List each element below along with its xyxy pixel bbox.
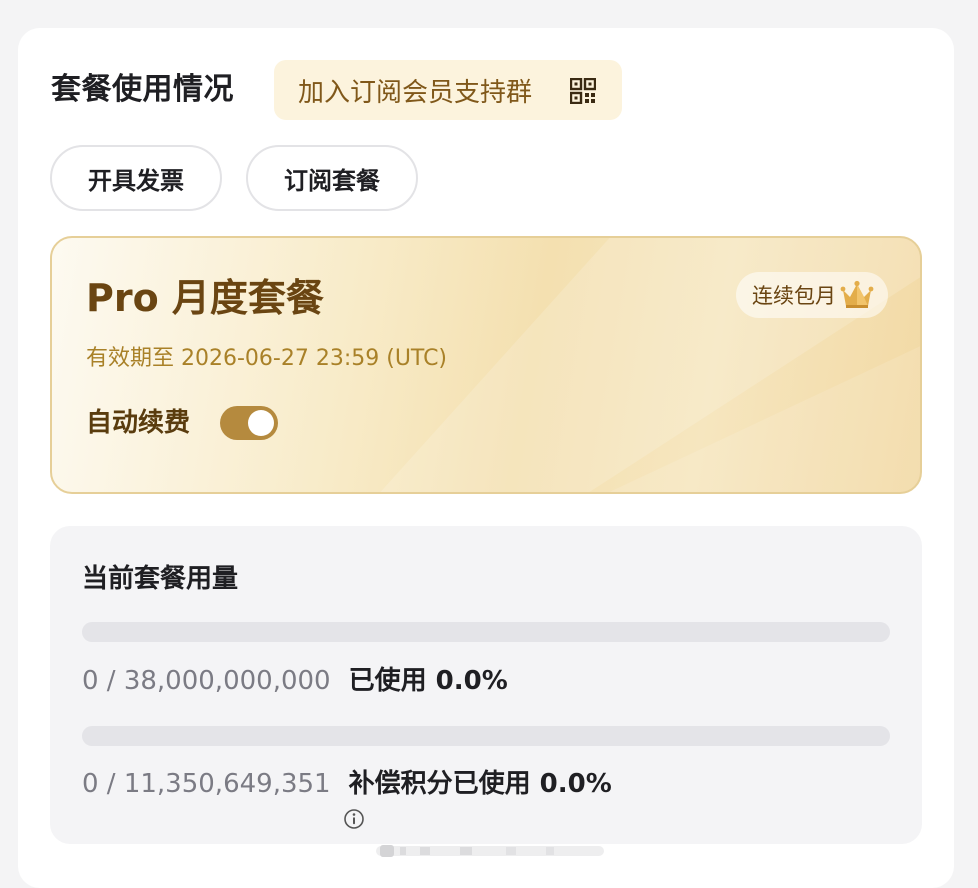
info-icon[interactable] — [343, 808, 365, 830]
auto-renew-label: 自动续费 — [86, 408, 191, 438]
subscribe-plan-button[interactable]: 订阅套餐 — [246, 145, 418, 211]
quota-used-percent: 已使用 0.0% — [348, 666, 508, 696]
badge-label: 连续包月 — [752, 284, 836, 308]
issue-invoice-button[interactable]: 开具发票 — [50, 145, 222, 211]
scroll-indicator — [376, 845, 604, 857]
plan-name: Pro 月度套餐 — [86, 276, 324, 320]
compensation-usage-row: 0 / 11,350,649,351 补偿积分已使用 0.0% — [82, 767, 612, 801]
qr-code-icon — [570, 78, 596, 104]
usage-panel: 当前套餐用量 0 / 38,000,000,000 已使用 0.0% 0 / 1… — [50, 526, 922, 844]
toggle-knob — [248, 410, 274, 436]
plan-card: Pro 月度套餐 连续包月 有效期至 2026-06-27 23:59 (UTC… — [50, 236, 922, 494]
compensation-used-percent: 补偿积分已使用 0.0% — [348, 769, 612, 799]
monthly-subscription-badge: 连续包月 — [736, 272, 888, 318]
join-member-group-label: 加入订阅会员支持群 — [298, 77, 533, 108]
usage-title: 当前套餐用量 — [82, 564, 239, 594]
compensation-count: 0 / 11,350,649,351 — [82, 769, 331, 799]
quota-count: 0 / 38,000,000,000 — [82, 666, 331, 696]
auto-renew-toggle[interactable] — [220, 406, 278, 440]
compensation-progress-bar — [82, 726, 890, 746]
join-member-group-button[interactable]: 加入订阅会员支持群 — [274, 60, 622, 120]
page-title: 套餐使用情况 — [51, 72, 234, 107]
quota-progress-bar — [82, 622, 890, 642]
valid-until-text: 有效期至 2026-06-27 23:59 (UTC) — [86, 346, 448, 371]
quota-usage-row: 0 / 38,000,000,000 已使用 0.0% — [82, 664, 508, 698]
crown-icon — [840, 280, 874, 308]
